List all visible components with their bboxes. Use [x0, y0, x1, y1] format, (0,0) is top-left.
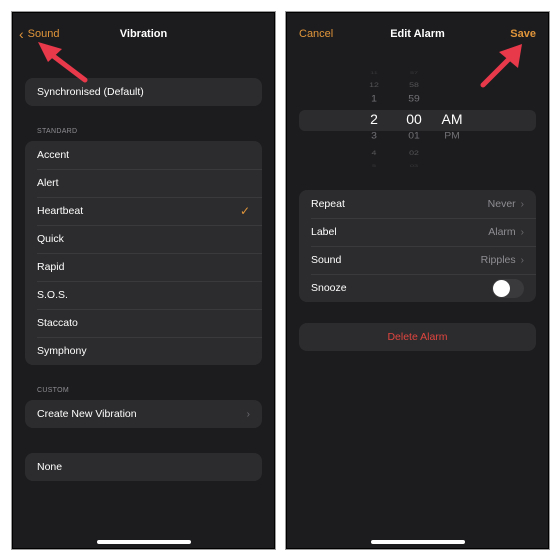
snooze-row: Snooze: [299, 274, 536, 302]
vibration-option[interactable]: Alert: [25, 169, 262, 197]
vibration-option-label: Quick: [37, 233, 64, 245]
setting-row-repeat[interactable]: Repeat Never ›: [299, 190, 536, 218]
vibration-option-label: Rapid: [37, 261, 65, 273]
edit-alarm-screen: Cancel Edit Alarm Save 11 12 1 2 3 4 5 57 58 59 0…: [286, 12, 549, 549]
create-new-vibration-label: Create New Vibration: [37, 408, 137, 420]
minute-option[interactable]: 59: [399, 95, 429, 104]
custom-group: Create New Vibration ›: [25, 400, 262, 428]
hour-option[interactable]: 5: [359, 163, 389, 168]
nav-bar: Cancel Edit Alarm Save: [287, 13, 548, 57]
none-group: None: [25, 453, 262, 481]
home-indicator: [96, 540, 191, 544]
chevron-right-icon: ›: [520, 254, 524, 266]
minute-option[interactable]: 01: [399, 132, 429, 141]
vibration-option-label: S.O.S.: [37, 289, 68, 301]
option-none[interactable]: None: [25, 453, 262, 481]
minute-option[interactable]: 02: [399, 149, 429, 156]
minute-option[interactable]: 03: [399, 163, 429, 168]
vibration-option-label: Heartbeat: [37, 205, 84, 217]
setting-label: Label: [311, 226, 337, 238]
snooze-label: Snooze: [311, 282, 347, 294]
none-label: None: [37, 461, 63, 473]
option-synchronised-default[interactable]: Synchronised (Default): [25, 78, 262, 106]
vibration-option[interactable]: Staccato: [25, 309, 262, 337]
vibration-option[interactable]: Quick: [25, 225, 262, 253]
standard-group: Accent Alert Heartbeat ✓ Quick Rapid S.O.S. Sta…: [25, 141, 262, 365]
nav-bar: ‹ Sound Vibration: [13, 13, 274, 57]
section-header-custom: CUSTOM: [37, 387, 70, 394]
hour-option[interactable]: 11: [359, 70, 389, 75]
setting-value-container: Alarm ›: [488, 226, 524, 238]
vibration-option[interactable]: Accent: [25, 141, 262, 169]
vibration-option[interactable]: Heartbeat ✓: [25, 197, 262, 225]
setting-value: Never: [487, 198, 516, 210]
snooze-toggle[interactable]: [492, 278, 524, 298]
default-group: Synchronised (Default): [25, 78, 262, 106]
chevron-right-icon: ›: [520, 198, 524, 210]
vibration-option-label: Staccato: [37, 317, 78, 329]
section-header-standard: STANDARD: [37, 128, 78, 135]
vibration-option-label: Alert: [37, 177, 59, 189]
save-button[interactable]: Save: [510, 28, 536, 40]
hour-option[interactable]: 3: [359, 132, 389, 141]
minute-option[interactable]: 58: [399, 81, 429, 88]
vibration-option-label: Symphony: [37, 345, 87, 357]
chevron-right-icon: ›: [520, 226, 524, 238]
setting-value-container: Never ›: [488, 198, 524, 210]
home-indicator: [370, 540, 465, 544]
minute-option[interactable]: 57: [399, 70, 429, 75]
vibration-option[interactable]: Rapid: [25, 253, 262, 281]
page-title: Vibration: [119, 28, 168, 40]
checkmark-icon: ✓: [239, 204, 250, 218]
period-option[interactable]: AM: [437, 111, 467, 127]
hour-option[interactable]: 2: [359, 111, 389, 127]
setting-value: Ripples: [480, 254, 516, 266]
hour-option[interactable]: 1: [359, 95, 389, 104]
vibration-option[interactable]: Symphony: [25, 337, 262, 365]
option-label: Synchronised (Default): [37, 86, 144, 98]
minute-option[interactable]: 00: [399, 111, 429, 127]
setting-row-label[interactable]: Label Alarm ›: [299, 218, 536, 246]
setting-value-container: Ripples ›: [481, 254, 524, 266]
create-new-vibration-item[interactable]: Create New Vibration ›: [25, 400, 262, 428]
chevron-right-icon: ›: [246, 408, 250, 420]
setting-row-sound[interactable]: Sound Ripples ›: [299, 246, 536, 274]
alarm-settings-group: Repeat Never › Label Alarm › Sound Ripples › Sno…: [299, 190, 536, 302]
page-title: Edit Alarm: [390, 28, 445, 40]
setting-label: Repeat: [311, 198, 345, 210]
hour-option[interactable]: 12: [359, 81, 389, 88]
hour-option[interactable]: 4: [359, 149, 389, 156]
vibration-option[interactable]: S.O.S.: [25, 281, 262, 309]
setting-value: Alarm: [488, 226, 516, 238]
period-option[interactable]: PM: [437, 132, 467, 141]
setting-label: Sound: [311, 254, 342, 266]
delete-alarm-button[interactable]: Delete Alarm: [299, 323, 536, 351]
vibration-screen: ‹ Sound Vibration Synchronised (Default)…: [12, 12, 275, 549]
time-picker[interactable]: 11 12 1 2 3 4 5 57 58 59 00 01 02 03 AM PM: [287, 65, 548, 177]
toggle-knob: [493, 279, 510, 297]
vibration-option-label: Accent: [37, 149, 70, 161]
